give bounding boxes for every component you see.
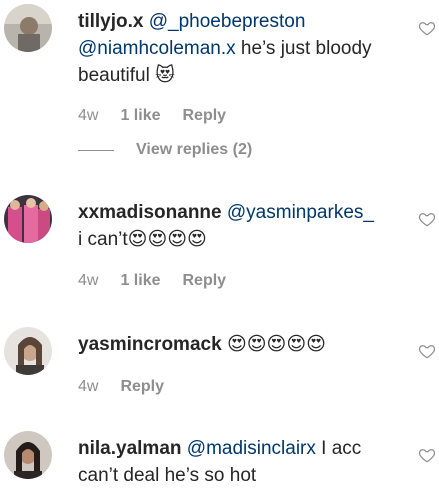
view-replies-button[interactable]: View replies (2) — [78, 141, 252, 159]
comment-meta: 4w 1 like Reply — [78, 107, 248, 125]
avatar[interactable] — [4, 195, 52, 243]
mention[interactable]: @niamhcoleman.x — [78, 38, 236, 59]
username[interactable]: nila.yalman — [78, 438, 182, 459]
username[interactable]: yasmincromack — [78, 334, 222, 355]
mention[interactable]: @_phoebepreston — [149, 11, 306, 32]
heart-outline-icon[interactable] — [418, 19, 436, 37]
heart-outline-icon[interactable] — [418, 342, 436, 360]
likes-count[interactable]: 1 like — [120, 107, 160, 125]
emoji: 😻 — [155, 65, 175, 86]
comment-text: xxmadisonanne @yasminparkes_ i can’t😍😍😍😍 — [78, 199, 399, 253]
mention[interactable]: @madisinclairx — [187, 438, 316, 459]
reply-button[interactable]: Reply — [120, 378, 164, 396]
reply-button[interactable]: Reply — [182, 107, 226, 125]
comment-text: yasmincromack 😍😍😍😍😍 — [78, 331, 399, 358]
timestamp: 4w — [78, 378, 99, 395]
username[interactable]: xxmadisonanne — [78, 202, 222, 223]
reply-button[interactable]: Reply — [182, 272, 226, 290]
comment-text: tillyjo.x @_phoebepreston @niamhcoleman.… — [78, 8, 399, 89]
comment-meta: 4w Reply — [78, 378, 186, 396]
comment-meta: 4w 1 like Reply — [78, 272, 248, 290]
likes-count[interactable]: 1 like — [120, 272, 160, 290]
mention[interactable]: @yasminparkes_ — [227, 202, 374, 223]
username[interactable]: tillyjo.x — [78, 11, 143, 32]
comment-text: nila.yalman @madisinclairx I acc can’t d… — [78, 435, 399, 489]
emoji: 😍😍😍😍 — [127, 229, 207, 250]
divider — [78, 149, 114, 151]
view-replies-label[interactable]: View replies (2) — [136, 141, 252, 159]
avatar[interactable] — [4, 327, 52, 375]
heart-outline-icon[interactable] — [418, 446, 436, 464]
avatar[interactable] — [4, 4, 52, 52]
avatar[interactable] — [4, 431, 52, 479]
timestamp: 4w — [78, 107, 99, 124]
heart-outline-icon[interactable] — [418, 210, 436, 228]
comment-body: i can’t — [78, 229, 128, 250]
emoji: 😍😍😍😍😍 — [226, 334, 326, 355]
timestamp: 4w — [78, 272, 99, 289]
